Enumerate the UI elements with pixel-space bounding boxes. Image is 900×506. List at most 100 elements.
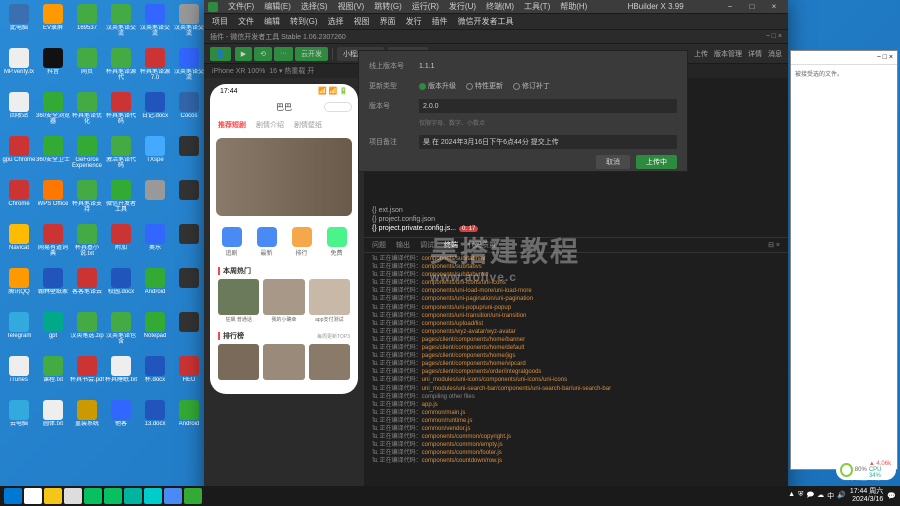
desktop-icon[interactable]: 附加	[104, 224, 138, 266]
version-input[interactable]	[419, 99, 677, 113]
desktop-icon[interactable]	[172, 312, 206, 354]
desktop-icon[interactable]: 杯具笔译源7.0	[138, 48, 172, 90]
output-tab[interactable]: 终端	[444, 240, 458, 250]
maximize-button[interactable]: □	[742, 0, 762, 14]
menu-item[interactable]: 插件	[428, 15, 452, 28]
desktop-icon[interactable]: 激活笔译代码	[104, 136, 138, 178]
desktop-icon[interactable]: Chrome	[2, 180, 36, 222]
cancel-button[interactable]: 取消	[596, 155, 630, 169]
tray-icon[interactable]: 🔊	[837, 491, 846, 502]
desktop-icon[interactable]: 腾讯QQ	[2, 268, 36, 310]
desktop-icon[interactable]: Cocos	[172, 92, 206, 134]
close-icon[interactable]: − □ ×	[877, 54, 893, 61]
taskbar-item[interactable]	[164, 488, 182, 504]
toolbar-button[interactable]: 版本管理	[714, 49, 742, 59]
desktop-icon[interactable]: HEU	[172, 356, 206, 398]
desktop-icon[interactable]: 杯具睡眠.txt	[104, 356, 138, 398]
toolbar-button[interactable]: ⟲	[254, 47, 272, 61]
taskbar-item[interactable]	[24, 488, 42, 504]
toolbar-button[interactable]: 云开发	[295, 47, 328, 61]
desktop-icon[interactable]: Navicat	[2, 224, 36, 266]
desktop-icon[interactable]: 360安全卫士	[36, 136, 70, 178]
nav-item[interactable]: 追剧	[222, 227, 242, 257]
menu-item[interactable]: 编辑(E)	[260, 0, 295, 13]
desktop-icon[interactable]: 汉英笔译交流	[104, 4, 138, 46]
desktop-icon[interactable]: Telegram	[2, 312, 36, 354]
taskbar-item[interactable]	[64, 488, 82, 504]
desktop-icon[interactable]: WPS Office	[36, 180, 70, 222]
desktop-icon[interactable]: gpt	[36, 312, 70, 354]
desktop-icon[interactable]: GeForce Experience	[70, 136, 104, 178]
nav-item[interactable]: 免费	[327, 227, 347, 257]
capsule-button[interactable]	[324, 102, 352, 112]
desktop-icon[interactable]: 杯具书会.pdf	[70, 356, 104, 398]
desktop-icon[interactable]: 汉英笔译交流	[172, 4, 206, 46]
menu-item[interactable]: 视图(V)	[334, 0, 369, 13]
desktop-icon[interactable]: 圆体.txt	[36, 400, 70, 442]
menu-item[interactable]: 工具(T)	[520, 0, 554, 13]
menu-item[interactable]: 转到(G)	[286, 15, 322, 28]
desktop-icon[interactable]: 校园.docx	[104, 268, 138, 310]
desktop-icon[interactable]: TXspe	[138, 136, 172, 178]
menu-item[interactable]: 微信开发者工具	[454, 15, 518, 28]
menu-item[interactable]: 发行(U)	[445, 0, 480, 13]
menu-item[interactable]: 终端(M)	[482, 0, 518, 13]
minimize-button[interactable]: −	[720, 0, 740, 14]
notes-input[interactable]	[419, 135, 677, 149]
taskbar[interactable]: ▲⛨🗩☁中🔊 17:44 周六 2024/3/16 💬	[0, 486, 900, 506]
desktop-icon[interactable]: 杯.docx	[138, 356, 172, 398]
desktop-icon[interactable]: gpu Chrome	[2, 136, 36, 178]
output-tab[interactable]: 代码质量	[468, 240, 496, 250]
desktop-icon[interactable]: 杯具基小说.txt	[70, 224, 104, 266]
menu-item[interactable]: 编辑	[260, 15, 284, 28]
desktop-icon[interactable]	[172, 180, 206, 222]
desktop-icon[interactable]: 翰林壁纸家	[36, 268, 70, 310]
desktop-icon[interactable]: 汉英笔译交流	[138, 4, 172, 46]
desktop-icon[interactable]	[172, 268, 206, 310]
desktop-icon[interactable]: 汉英笔译包含	[104, 312, 138, 354]
desktop-icon[interactable]: 169537	[70, 4, 104, 46]
desktop-icon[interactable]: 云电脑	[2, 400, 36, 442]
desktop-icon[interactable]	[172, 136, 206, 178]
desktop-icon[interactable]: 杯具笔译源代	[104, 48, 138, 90]
tray-icon[interactable]: 中	[827, 491, 834, 502]
phone-banner[interactable]	[216, 138, 352, 216]
desktop-icon[interactable]: 重装系统	[70, 400, 104, 442]
menu-item[interactable]: 运行(R)	[408, 0, 443, 13]
taskbar-item[interactable]	[124, 488, 142, 504]
toolbar-button[interactable]: 详情	[748, 49, 762, 59]
desktop-icon[interactable]: iTunes	[2, 356, 36, 398]
phone-tab[interactable]: 剧情介绍	[256, 120, 284, 130]
desktop-icon[interactable]: MP.verify.tx	[2, 48, 36, 90]
toolbar-button[interactable]: 消息	[768, 49, 782, 59]
menu-item[interactable]: 视图	[350, 15, 374, 28]
taskbar-item[interactable]	[144, 488, 162, 504]
desktop-icon[interactable]: 网易有道词典	[36, 224, 70, 266]
desktop-icon[interactable]: 杯具笔译代码	[104, 92, 138, 134]
menu-item[interactable]: 选择(S)	[297, 0, 332, 13]
desktop-icon[interactable]: 网页	[70, 48, 104, 90]
toolbar-button[interactable]: ▶	[235, 47, 252, 61]
desktop-icon[interactable]: 360安全浏览器	[36, 92, 70, 134]
toolbar-button[interactable]: 上传	[694, 49, 708, 59]
file-item[interactable]: {} project.config.json	[372, 215, 780, 224]
phone-tab[interactable]: 推荐短剧	[218, 120, 246, 130]
output-tab[interactable]: 调试	[420, 240, 434, 250]
radio-option[interactable]: 特性更新	[466, 81, 503, 91]
desktop-icon[interactable]: 杯具笔译优化	[70, 92, 104, 134]
desktop-icon[interactable]: Notepad	[138, 312, 172, 354]
output-tabs[interactable]: 问题输出调试终端代码质量⊟ ×	[364, 237, 788, 253]
desktop-icon[interactable]: 13.docx	[138, 400, 172, 442]
desktop-icon[interactable]: Android	[138, 268, 172, 310]
menu-item[interactable]: 文件	[234, 15, 258, 28]
menu-item[interactable]: 帮助(H)	[556, 0, 591, 13]
upload-button[interactable]: 上传中	[636, 155, 677, 169]
nav-item[interactable]: 最新	[257, 227, 277, 257]
card-item[interactable]: app支付测试	[309, 279, 350, 323]
tray-icon[interactable]: ☁	[817, 491, 824, 502]
desktop-icon[interactable]: EV录屏	[36, 4, 70, 46]
desktop-icon[interactable]: 杯具笔译支持	[70, 180, 104, 222]
panel-close[interactable]: ⊟ ×	[768, 241, 780, 249]
phone-simulator[interactable]: 17:44📶 📶 🔋 巴巴 推荐短剧剧情介绍剧情壁纸 追剧最新排行免费 本周热门…	[210, 84, 358, 394]
desktop-icon[interactable]: 日记.docx	[138, 92, 172, 134]
